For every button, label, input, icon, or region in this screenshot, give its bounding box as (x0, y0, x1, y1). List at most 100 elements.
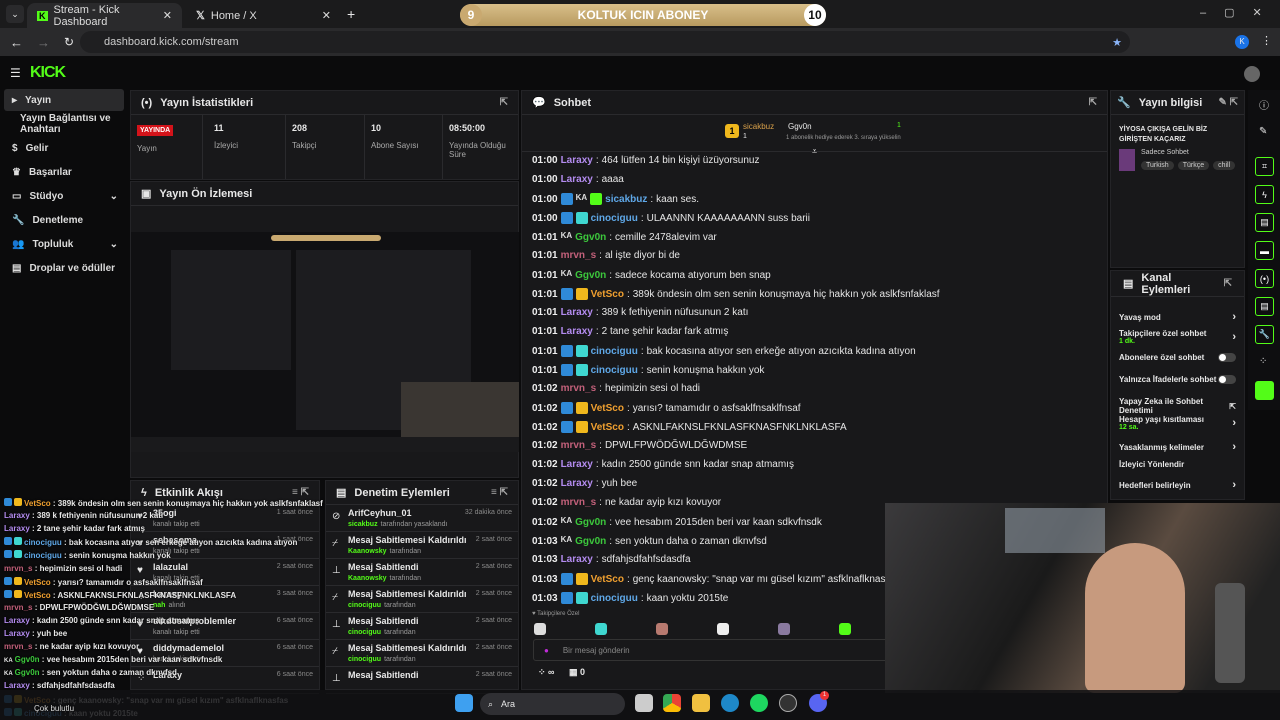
file-explorer-icon[interactable] (692, 694, 710, 712)
rail-wrench-icon[interactable]: 🔧 (1255, 325, 1274, 344)
taskbar-search[interactable]: ⌕ Ara (480, 693, 625, 715)
tab-search-button[interactable]: ⌄ (6, 5, 24, 23)
filter-icon[interactable]: ≡ ⇱ (292, 487, 309, 498)
popout-icon[interactable]: ⇱ (1089, 97, 1097, 108)
channel-action[interactable]: Hesap yaşı kısıtlaması 12 sa. › (1119, 415, 1236, 431)
channel-action[interactable]: Yapay Zeka ile Sohbet Denetimi ⇱ (1119, 397, 1236, 415)
points-icon[interactable]: ⁘ (1259, 356, 1267, 367)
windows-start-icon[interactable] (455, 694, 473, 712)
browser-menu-icon[interactable]: ⋮ (1261, 34, 1272, 47)
sidebar-item[interactable]: 👥 Topluluk ⌄ (4, 233, 124, 255)
sidebar-item[interactable]: ▭ Stüdyo ⌄ (4, 185, 124, 207)
rail-moderation-icon[interactable]: ▤ (1255, 213, 1274, 232)
chat-username[interactable]: Laraxy (561, 174, 593, 185)
chat-username[interactable]: cinociguu (591, 365, 638, 376)
chat-username[interactable]: VetSco (591, 574, 624, 585)
spotify-icon[interactable] (750, 694, 768, 712)
back-icon[interactable]: ← (10, 35, 23, 50)
tab-x-home[interactable]: 𝕏 Home / X ✕ (186, 3, 341, 28)
store-button[interactable]: ▦ 0 (569, 667, 585, 678)
edit-icon[interactable]: ✎ (1259, 126, 1267, 137)
points-balance[interactable]: ⁘ ∞ (538, 667, 554, 678)
info-icon[interactable]: ⓘ (1259, 97, 1269, 112)
bookmark-star-icon[interactable]: ★ (1112, 36, 1122, 49)
user-avatar[interactable] (1244, 66, 1260, 82)
emote-icon[interactable] (595, 623, 607, 635)
emote-icon[interactable] (778, 623, 790, 635)
edge-icon[interactable] (721, 694, 739, 712)
rail-activity-icon[interactable]: ϟ (1255, 185, 1274, 204)
chat-username[interactable]: sicakbuz (605, 194, 647, 205)
chat-username[interactable]: Laraxy (561, 459, 593, 470)
channel-action[interactable]: Yalnızca İfadelerle sohbet (1119, 375, 1236, 384)
chat-username[interactable]: Ggv0n (575, 270, 606, 281)
chat-username[interactable]: cinociguu (591, 593, 638, 604)
channel-action[interactable]: Hedefleri belirleyin › (1119, 479, 1236, 491)
profile-avatar[interactable]: K (1235, 35, 1249, 49)
scroll-down-icon[interactable]: ⩡ (812, 146, 817, 157)
sidebar-item[interactable]: ♛ Başarılar (4, 161, 124, 183)
chat-username[interactable]: mrvn_s (561, 383, 597, 394)
channel-action[interactable]: Yavaş mod › (1119, 311, 1236, 323)
chat-username[interactable]: Laraxy (561, 478, 593, 489)
tag[interactable]: Türkçe (1177, 161, 1210, 170)
rail-chat-icon[interactable]: ▬ (1255, 241, 1274, 260)
sidebar-item[interactable]: ▸ Yayın (4, 89, 124, 111)
bot-avatar-icon[interactable] (1255, 381, 1274, 400)
obs-icon[interactable] (779, 694, 797, 712)
new-tab-button[interactable]: + (347, 6, 355, 22)
chat-username[interactable]: mrvn_s (561, 250, 597, 261)
chat-username[interactable]: cinociguu (591, 346, 638, 357)
sidebar-item[interactable]: ▤ Droplar ve ödüller (4, 257, 124, 279)
reload-icon[interactable]: ↻ (64, 35, 74, 49)
chat-username[interactable]: mrvn_s (561, 440, 597, 451)
chrome-icon[interactable] (663, 694, 681, 712)
edit-icon[interactable]: ✎ ⇱ (1218, 97, 1238, 108)
emote-icon[interactable] (656, 623, 668, 635)
emote-icon[interactable] (717, 623, 729, 635)
chat-username[interactable]: Ggv0n (575, 517, 606, 528)
channel-action[interactable]: Abonelere özel sohbet (1119, 353, 1236, 362)
channel-action[interactable]: Takipçilere özel sohbet 1 dk. › (1119, 329, 1236, 345)
sidebar-item[interactable]: $ Gelir (4, 137, 124, 159)
popout-icon[interactable]: ⇱ (500, 97, 508, 108)
task-view-icon[interactable] (635, 694, 653, 712)
category-name[interactable]: Sadece Sohbet (1141, 149, 1189, 156)
channel-action[interactable]: İzleyici Yönlendir (1119, 460, 1236, 469)
toggle-switch[interactable] (1218, 375, 1236, 384)
chat-username[interactable]: mrvn_s (561, 497, 597, 508)
rail-stats-icon[interactable]: (•) (1255, 269, 1274, 288)
tab-kick-dashboard[interactable]: K Stream - Kick Dashboard ✕ (27, 3, 182, 28)
chat-username[interactable]: Laraxy (561, 326, 593, 337)
emote-icon[interactable] (839, 623, 851, 635)
rail-channel-actions-icon[interactable]: ▤ (1255, 297, 1274, 316)
tag[interactable]: Turkish (1141, 161, 1174, 170)
chat-username[interactable]: Laraxy (561, 155, 593, 166)
url-bar[interactable]: dashboard.kick.com/stream ★ (80, 31, 1130, 53)
chat-username[interactable]: Laraxy (561, 554, 593, 565)
sidebar-item[interactable]: Yayın Bağlantısı ve Anahtarı (4, 113, 124, 135)
chat-username[interactable]: VetSco (591, 289, 624, 300)
tag[interactable]: chill (1213, 161, 1236, 170)
chat-username[interactable]: Laraxy (561, 307, 593, 318)
sidebar-item[interactable]: 🔧 Denetleme (4, 209, 124, 231)
toggle-switch[interactable] (1218, 353, 1236, 362)
emote-icon[interactable] (534, 623, 546, 635)
stream-preview-video[interactable] (131, 232, 519, 452)
filter-icon[interactable]: ≡ ⇱ (491, 487, 508, 498)
rail-preview-icon[interactable]: ⌗ (1255, 157, 1274, 176)
menu-icon[interactable]: ☰ (10, 66, 21, 80)
chat-username[interactable]: VetSco (591, 403, 624, 414)
window-controls[interactable]: –▢✕ (1200, 6, 1280, 19)
kick-logo[interactable]: KICK (30, 64, 66, 82)
forward-icon[interactable]: → (37, 35, 50, 50)
popout-icon[interactable]: ⇱ (1224, 278, 1232, 289)
chat-username[interactable]: VetSco (591, 422, 624, 433)
close-icon[interactable]: ✕ (322, 9, 331, 22)
channel-action[interactable]: Yasaklanmış kelimeler › (1119, 441, 1236, 453)
close-icon[interactable]: ✕ (163, 9, 172, 22)
chat-username[interactable]: Ggv0n (575, 536, 606, 547)
chat-username[interactable]: Ggv0n (575, 232, 606, 243)
mic-icon[interactable]: ● (544, 646, 549, 655)
chat-username[interactable]: cinociguu (591, 213, 638, 224)
